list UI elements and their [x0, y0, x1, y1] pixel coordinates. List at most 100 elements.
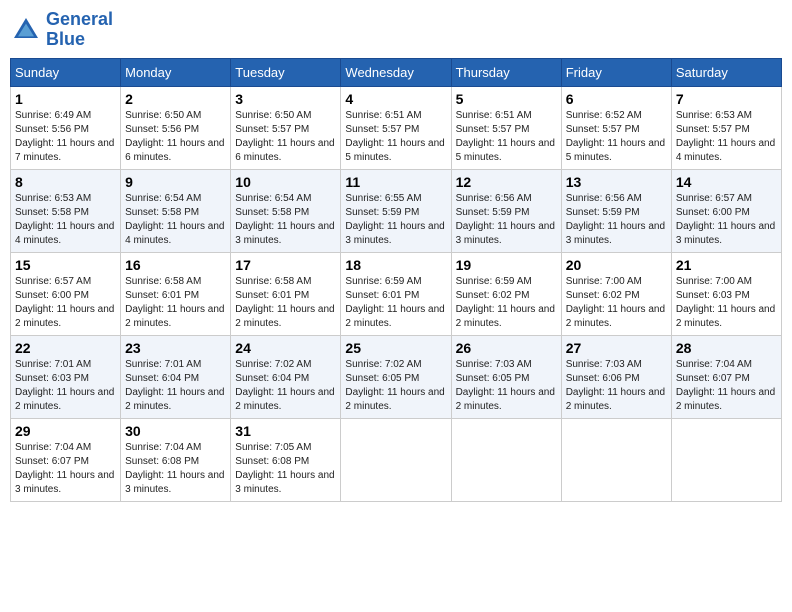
day-info: Sunrise: 7:04 AM Sunset: 6:07 PM Dayligh…	[676, 358, 777, 414]
day-number: 3	[235, 91, 336, 107]
day-info: Sunrise: 6:59 AM Sunset: 6:02 PM Dayligh…	[456, 275, 557, 331]
day-info: Sunrise: 7:04 AM Sunset: 6:08 PM Dayligh…	[125, 441, 226, 497]
day-number: 31	[235, 423, 336, 439]
calendar-day-21: 21 Sunrise: 7:00 AM Sunset: 6:03 PM Dayl…	[671, 252, 781, 335]
day-number: 27	[566, 340, 667, 356]
day-info: Sunrise: 7:00 AM Sunset: 6:02 PM Dayligh…	[566, 275, 667, 331]
calendar-week-1: 1 Sunrise: 6:49 AM Sunset: 5:56 PM Dayli…	[11, 86, 782, 169]
day-info: Sunrise: 6:55 AM Sunset: 5:59 PM Dayligh…	[345, 192, 446, 248]
calendar-day-27: 27 Sunrise: 7:03 AM Sunset: 6:06 PM Dayl…	[561, 335, 671, 418]
day-number: 6	[566, 91, 667, 107]
day-info: Sunrise: 7:01 AM Sunset: 6:04 PM Dayligh…	[125, 358, 226, 414]
day-number: 18	[345, 257, 446, 273]
day-info: Sunrise: 7:02 AM Sunset: 6:05 PM Dayligh…	[345, 358, 446, 414]
weekday-header-tuesday: Tuesday	[231, 58, 341, 86]
calendar-day-19: 19 Sunrise: 6:59 AM Sunset: 6:02 PM Dayl…	[451, 252, 561, 335]
day-number: 9	[125, 174, 226, 190]
day-info: Sunrise: 6:50 AM Sunset: 5:57 PM Dayligh…	[235, 109, 336, 165]
weekday-header-sunday: Sunday	[11, 58, 121, 86]
day-number: 12	[456, 174, 557, 190]
day-number: 11	[345, 174, 446, 190]
weekday-header-monday: Monday	[121, 58, 231, 86]
day-number: 22	[15, 340, 116, 356]
calendar-day-15: 15 Sunrise: 6:57 AM Sunset: 6:00 PM Dayl…	[11, 252, 121, 335]
calendar-day-10: 10 Sunrise: 6:54 AM Sunset: 5:58 PM Dayl…	[231, 169, 341, 252]
day-number: 20	[566, 257, 667, 273]
empty-cell	[561, 418, 671, 501]
day-info: Sunrise: 6:53 AM Sunset: 5:57 PM Dayligh…	[676, 109, 777, 165]
day-number: 2	[125, 91, 226, 107]
calendar-day-24: 24 Sunrise: 7:02 AM Sunset: 6:04 PM Dayl…	[231, 335, 341, 418]
day-info: Sunrise: 6:56 AM Sunset: 5:59 PM Dayligh…	[456, 192, 557, 248]
calendar-day-1: 1 Sunrise: 6:49 AM Sunset: 5:56 PM Dayli…	[11, 86, 121, 169]
day-number: 23	[125, 340, 226, 356]
day-info: Sunrise: 6:49 AM Sunset: 5:56 PM Dayligh…	[15, 109, 116, 165]
day-info: Sunrise: 7:00 AM Sunset: 6:03 PM Dayligh…	[676, 275, 777, 331]
calendar-day-22: 22 Sunrise: 7:01 AM Sunset: 6:03 PM Dayl…	[11, 335, 121, 418]
weekday-header-saturday: Saturday	[671, 58, 781, 86]
calendar-week-4: 22 Sunrise: 7:01 AM Sunset: 6:03 PM Dayl…	[11, 335, 782, 418]
day-info: Sunrise: 7:05 AM Sunset: 6:08 PM Dayligh…	[235, 441, 336, 497]
empty-cell	[451, 418, 561, 501]
logo: General Blue	[10, 10, 113, 50]
day-info: Sunrise: 6:54 AM Sunset: 5:58 PM Dayligh…	[235, 192, 336, 248]
empty-cell	[671, 418, 781, 501]
day-number: 30	[125, 423, 226, 439]
calendar-table: SundayMondayTuesdayWednesdayThursdayFrid…	[10, 58, 782, 502]
calendar-day-25: 25 Sunrise: 7:02 AM Sunset: 6:05 PM Dayl…	[341, 335, 451, 418]
day-number: 10	[235, 174, 336, 190]
day-info: Sunrise: 6:51 AM Sunset: 5:57 PM Dayligh…	[345, 109, 446, 165]
day-number: 14	[676, 174, 777, 190]
calendar-day-6: 6 Sunrise: 6:52 AM Sunset: 5:57 PM Dayli…	[561, 86, 671, 169]
calendar-day-26: 26 Sunrise: 7:03 AM Sunset: 6:05 PM Dayl…	[451, 335, 561, 418]
calendar-day-17: 17 Sunrise: 6:58 AM Sunset: 6:01 PM Dayl…	[231, 252, 341, 335]
calendar-day-13: 13 Sunrise: 6:56 AM Sunset: 5:59 PM Dayl…	[561, 169, 671, 252]
calendar-week-2: 8 Sunrise: 6:53 AM Sunset: 5:58 PM Dayli…	[11, 169, 782, 252]
day-info: Sunrise: 6:51 AM Sunset: 5:57 PM Dayligh…	[456, 109, 557, 165]
calendar-day-3: 3 Sunrise: 6:50 AM Sunset: 5:57 PM Dayli…	[231, 86, 341, 169]
day-number: 19	[456, 257, 557, 273]
day-info: Sunrise: 7:03 AM Sunset: 6:05 PM Dayligh…	[456, 358, 557, 414]
day-number: 29	[15, 423, 116, 439]
day-number: 13	[566, 174, 667, 190]
weekday-header-wednesday: Wednesday	[341, 58, 451, 86]
day-number: 26	[456, 340, 557, 356]
day-info: Sunrise: 6:57 AM Sunset: 6:00 PM Dayligh…	[15, 275, 116, 331]
empty-cell	[341, 418, 451, 501]
day-number: 8	[15, 174, 116, 190]
calendar-day-28: 28 Sunrise: 7:04 AM Sunset: 6:07 PM Dayl…	[671, 335, 781, 418]
logo-text: General Blue	[46, 10, 113, 50]
calendar-day-11: 11 Sunrise: 6:55 AM Sunset: 5:59 PM Dayl…	[341, 169, 451, 252]
calendar-day-20: 20 Sunrise: 7:00 AM Sunset: 6:02 PM Dayl…	[561, 252, 671, 335]
day-info: Sunrise: 6:52 AM Sunset: 5:57 PM Dayligh…	[566, 109, 667, 165]
calendar-day-5: 5 Sunrise: 6:51 AM Sunset: 5:57 PM Dayli…	[451, 86, 561, 169]
day-number: 5	[456, 91, 557, 107]
day-number: 4	[345, 91, 446, 107]
calendar-day-14: 14 Sunrise: 6:57 AM Sunset: 6:00 PM Dayl…	[671, 169, 781, 252]
day-info: Sunrise: 6:57 AM Sunset: 6:00 PM Dayligh…	[676, 192, 777, 248]
calendar-week-5: 29 Sunrise: 7:04 AM Sunset: 6:07 PM Dayl…	[11, 418, 782, 501]
day-info: Sunrise: 6:53 AM Sunset: 5:58 PM Dayligh…	[15, 192, 116, 248]
calendar-day-2: 2 Sunrise: 6:50 AM Sunset: 5:56 PM Dayli…	[121, 86, 231, 169]
day-number: 15	[15, 257, 116, 273]
day-info: Sunrise: 6:58 AM Sunset: 6:01 PM Dayligh…	[235, 275, 336, 331]
calendar-day-18: 18 Sunrise: 6:59 AM Sunset: 6:01 PM Dayl…	[341, 252, 451, 335]
day-info: Sunrise: 7:02 AM Sunset: 6:04 PM Dayligh…	[235, 358, 336, 414]
calendar-day-8: 8 Sunrise: 6:53 AM Sunset: 5:58 PM Dayli…	[11, 169, 121, 252]
day-number: 7	[676, 91, 777, 107]
calendar-day-23: 23 Sunrise: 7:01 AM Sunset: 6:04 PM Dayl…	[121, 335, 231, 418]
calendar-day-30: 30 Sunrise: 7:04 AM Sunset: 6:08 PM Dayl…	[121, 418, 231, 501]
day-info: Sunrise: 6:59 AM Sunset: 6:01 PM Dayligh…	[345, 275, 446, 331]
day-info: Sunrise: 6:58 AM Sunset: 6:01 PM Dayligh…	[125, 275, 226, 331]
weekday-header-thursday: Thursday	[451, 58, 561, 86]
day-number: 17	[235, 257, 336, 273]
day-number: 24	[235, 340, 336, 356]
day-number: 1	[15, 91, 116, 107]
page-header: General Blue	[10, 10, 782, 50]
day-info: Sunrise: 6:50 AM Sunset: 5:56 PM Dayligh…	[125, 109, 226, 165]
calendar-week-3: 15 Sunrise: 6:57 AM Sunset: 6:00 PM Dayl…	[11, 252, 782, 335]
calendar-day-12: 12 Sunrise: 6:56 AM Sunset: 5:59 PM Dayl…	[451, 169, 561, 252]
day-number: 16	[125, 257, 226, 273]
day-info: Sunrise: 7:04 AM Sunset: 6:07 PM Dayligh…	[15, 441, 116, 497]
day-info: Sunrise: 7:03 AM Sunset: 6:06 PM Dayligh…	[566, 358, 667, 414]
